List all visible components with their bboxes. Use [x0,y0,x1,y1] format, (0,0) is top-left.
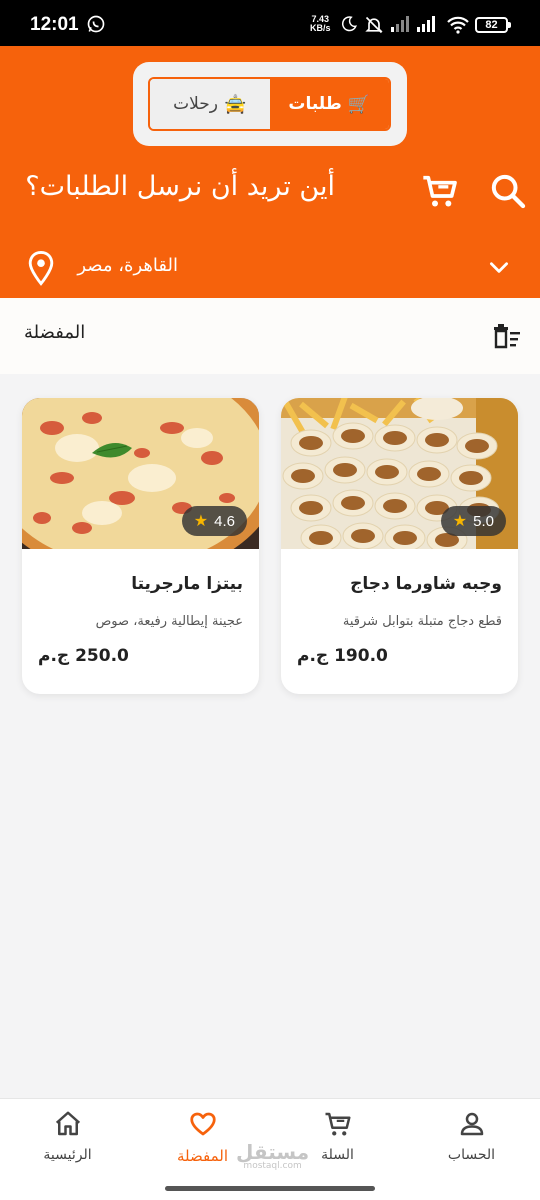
star-icon: ★ [452,513,468,530]
mode-switch-container: رحلات 🚖 طلبات 🛒 [133,62,407,146]
mode-switch: رحلات 🚖 طلبات 🛒 [148,77,391,131]
rating-badge: ★ 5.0 [440,506,506,536]
product-price: 250.0 ج.م [38,646,129,666]
watermark: مستقل mostaql.com [236,1140,309,1171]
product-name: وجبه شاورما دجاج [350,574,502,594]
signal-icon [391,16,409,32]
product-price: 190.0 ج.م [297,646,388,666]
favorites-title: المفضلة [24,322,86,343]
nav-home[interactable]: الرئيسية [0,1109,135,1169]
rating-value: 4.6 [214,512,235,530]
whatsapp-icon [87,15,105,33]
nav-home-label: الرئيسية [43,1147,92,1163]
signal-icon [417,16,435,32]
rating-value: 5.0 [473,512,494,530]
product-description: قطع دجاج متبلة بتوابل شرقية [342,614,502,629]
page-title: أين تريد أن نرسل الطلبات؟ [25,171,335,202]
location-selector[interactable]: القاهرة، مصر [0,242,540,298]
clear-list-icon[interactable] [492,322,522,350]
net-speed-unit: KB/s [310,23,331,33]
cart-icon[interactable] [420,171,460,211]
location-pin-icon [28,250,54,286]
net-speed: 7.43 KB/s [310,15,331,33]
gesture-bar[interactable] [165,1186,375,1191]
nav-account[interactable]: الحساب [404,1109,539,1169]
nav-account-label: الحساب [447,1147,496,1163]
wifi-icon [447,16,469,34]
app-header: رحلات 🚖 طلبات 🛒 أين تريد أن نرسل الطلبات… [0,46,540,298]
orders-label: طلبات [288,94,342,114]
mute-icon [365,16,383,34]
favorites-toolbar: المفضلة [0,298,540,374]
person-icon [460,1112,483,1136]
cart-icon: 🛒 [347,93,371,115]
status-bar: 12:01 7.43 KB/s 82 [0,0,540,46]
status-time: 12:01 [30,14,79,35]
cart-icon [325,1112,350,1136]
product-name: بيتزا مارجريتا [131,574,243,594]
watermark-subtext: mostaql.com [243,1161,302,1171]
moon-icon [341,16,357,32]
chevron-down-icon[interactable] [486,254,512,280]
home-icon [55,1111,80,1136]
search-icon[interactable] [488,171,528,211]
product-description: عجينة إيطالية رفيعة، صوص [95,614,243,629]
tab-orders[interactable]: طلبات 🛒 [269,79,389,129]
product-card-shawarma[interactable]: ★ 5.0 وجبه شاورما دجاج قطع دجاج متبلة بت… [281,398,518,694]
tab-rides[interactable]: رحلات 🚖 [150,79,270,129]
star-icon: ★ [193,513,209,530]
rides-label: رحلات [173,94,218,114]
taxi-icon: 🚖 [223,93,247,115]
rating-badge: ★ 4.6 [181,506,247,536]
location-text: القاهرة، مصر [77,255,178,276]
product-card-pizza[interactable]: ★ 4.6 بيتزا مارجريتا عجينة إيطالية رفيعة… [22,398,259,694]
battery-icon: 82 [475,17,511,33]
heart-icon [189,1112,216,1136]
